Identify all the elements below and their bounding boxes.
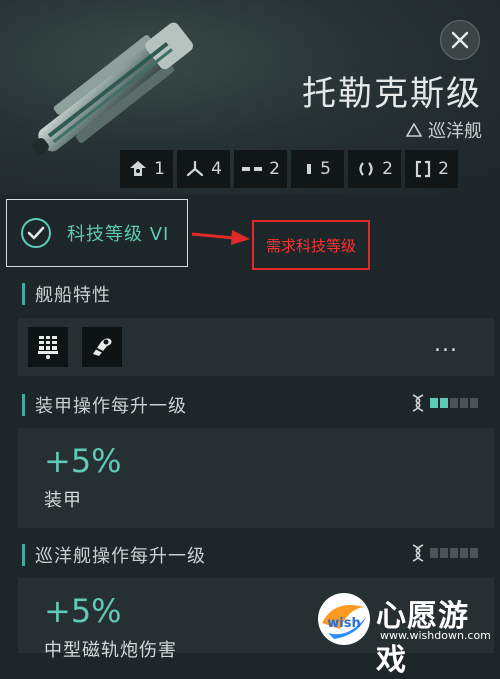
railgun-icon: [93, 338, 112, 356]
rig-slot-icon: [359, 162, 373, 176]
wish-logo-icon: wish: [318, 593, 370, 645]
slot-summary: 1 4 2 5 2 2: [120, 150, 458, 188]
traits-section-title: 舰船特性: [22, 281, 111, 307]
bonus-title-armor: 装甲操作每升一级: [35, 396, 187, 417]
slot-high-count: 1: [154, 159, 165, 179]
level-pip: [430, 548, 438, 558]
slot-mid: 2: [234, 150, 287, 188]
ship-class: 巡洋舰: [406, 117, 482, 143]
check-circle-icon: [21, 218, 51, 248]
section-bar: [22, 283, 25, 305]
bonus-label-armor: 装甲: [44, 490, 82, 511]
cruiser-class-icon: [406, 123, 422, 137]
skill-level-indicator-armor: [411, 394, 478, 412]
level-pips: [430, 398, 478, 408]
bonus-title-cruiser: 巡洋舰操作每升一级: [35, 546, 206, 567]
annotation-text: 需求科技等级: [265, 236, 356, 255]
turret-hardpoint-icon: [186, 160, 204, 177]
slot-rig-count: 2: [382, 159, 393, 179]
section-bar: [22, 394, 25, 416]
level-pip: [440, 398, 448, 408]
ship-render: [32, 22, 193, 155]
slot-subsystem: 2: [405, 150, 458, 188]
level-pip: [450, 398, 458, 408]
subsystem-slot-icon: [415, 160, 431, 178]
slot-low-count: 5: [320, 159, 331, 179]
slot-turret-count: 4: [211, 159, 222, 179]
skill-level-indicator-cruiser: [411, 544, 478, 562]
armor-repair-icon: [38, 336, 58, 359]
annotation-box: 需求科技等级: [252, 220, 370, 270]
slot-low: 5: [291, 150, 344, 188]
level-pip: [460, 398, 468, 408]
bonus-section-title-cruiser: 巡洋舰操作每升一级: [22, 542, 206, 568]
trait-railgun[interactable]: [82, 327, 122, 367]
traits-title: 舰船特性: [35, 285, 111, 306]
mid-slot-icon: [242, 167, 263, 171]
slot-high: 1: [120, 150, 173, 188]
annotation-arrow-icon: [191, 230, 250, 245]
traits-panel: ...: [18, 318, 494, 376]
slot-subsystem-count: 2: [438, 159, 449, 179]
close-button[interactable]: [440, 20, 480, 60]
dna-skill-icon: [412, 394, 424, 412]
level-pip: [460, 548, 468, 558]
slot-rig: 2: [348, 150, 401, 188]
bonus-value-cruiser: +5%: [44, 592, 122, 630]
site-watermark: wish 心愿游戏 www.wishdown.com: [314, 589, 494, 678]
dna-skill-icon: [412, 544, 424, 562]
slot-mid-count: 2: [269, 159, 280, 179]
level-pip: [450, 548, 458, 558]
level-pips: [430, 548, 478, 558]
level-pip: [470, 398, 478, 408]
bonus-section-title-armor: 装甲操作每升一级: [22, 392, 187, 418]
low-slot-icon: [307, 164, 312, 174]
trait-armor[interactable]: [28, 327, 68, 367]
ship-class-label: 巡洋舰: [428, 121, 482, 142]
close-icon: [451, 31, 469, 49]
tech-level-box[interactable]: 科技等级 VI: [6, 199, 188, 267]
bonus-value-armor: +5%: [44, 442, 122, 480]
slot-turret: 4: [177, 150, 230, 188]
level-pip: [440, 548, 448, 558]
level-pip: [470, 548, 478, 558]
svg-text:wish: wish: [327, 616, 360, 631]
tech-level-label: 科技等级 VI: [67, 224, 170, 245]
bonus-label-cruiser: 中型磁轨炮伤害: [44, 640, 177, 661]
bonus-panel-armor: +5% 装甲: [18, 428, 494, 528]
traits-more-button[interactable]: ...: [434, 332, 458, 357]
watermark-url: www.wishdown.com: [380, 629, 491, 642]
ship-name: 托勒克斯级: [302, 74, 482, 114]
section-bar: [22, 544, 25, 566]
level-pip: [430, 398, 438, 408]
high-slot-icon: [130, 161, 147, 176]
